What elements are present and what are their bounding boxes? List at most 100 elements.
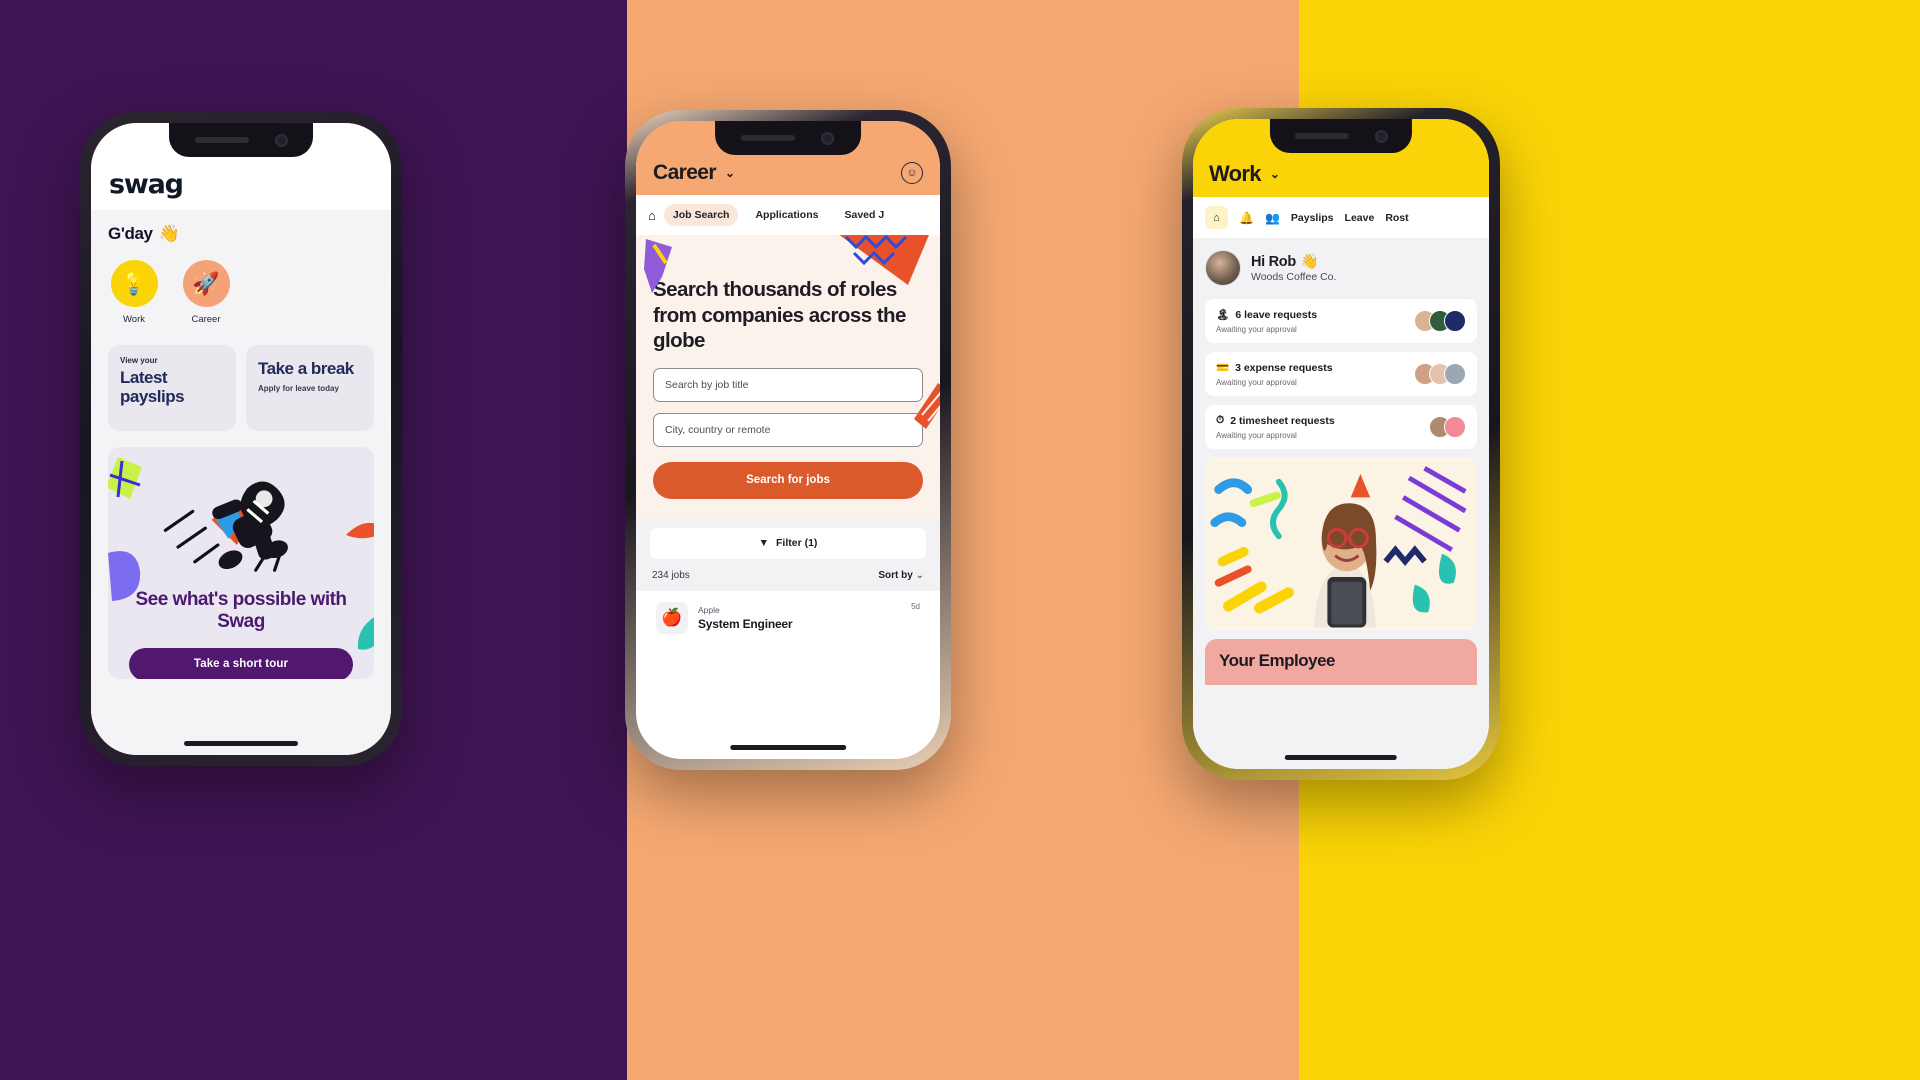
tile-break-title: Take a break [258,359,354,378]
woman-with-phone-illustration [1205,460,1477,628]
job-list-item[interactable]: 🍎 Apple System Engineer 5d [644,590,932,645]
account-circle-icon[interactable]: ☺ [901,162,923,184]
request-expense-title: 3 expense requests [1235,361,1333,374]
results-summary: 234 jobs Sort by ⌄ [636,558,940,591]
job-count: 234 jobs [652,569,690,581]
career-tab-bar: ⌂ Job Search Applications Saved J [636,195,940,235]
location-input-placeholder: City, country or remote [665,423,771,436]
wave-emoji: 👋 [1300,254,1319,270]
work-title-group[interactable]: Work ⌄ [1209,161,1280,187]
take-a-short-tour-button[interactable]: Take a short tour [129,647,353,679]
tab-leave[interactable]: Leave [1345,212,1375,224]
request-leave-title-row: 🏝 6 leave requests [1216,308,1318,322]
front-camera [1374,129,1388,143]
home-indicator [730,745,846,750]
phone1-notch [169,123,313,157]
search-input[interactable]: Search by job title [653,367,923,402]
lightbulb-icon: 💡 [110,260,158,307]
request-timesheet-sub: Awaiting your approval [1216,431,1297,440]
home-icon[interactable]: ⌂ [1205,206,1228,229]
work-tab-bar: ⌂ 🔔 👥 Payslips Leave Rost [1193,197,1489,238]
decorative-pattern-triangle [839,235,929,285]
profile-organisation: Woods Coffee Co. [1251,271,1337,283]
phone-mockup-work: Work ⌄ ⌂ 🔔 👥 Payslips Leave Rost Hi Rob [1182,108,1500,780]
chevron-down-icon: ⌄ [915,569,924,581]
request-card-leave[interactable]: 🏝 6 leave requests Awaiting your approva… [1205,299,1477,343]
decorative-orange-fan [914,382,940,429]
sort-by-control[interactable]: Sort by ⌄ [878,570,924,581]
front-camera [821,131,835,145]
wave-emoji: 👋 [158,224,180,243]
request-leave-text: 🏝 6 leave requests Awaiting your approva… [1216,308,1318,335]
avatar-count-badge [1444,310,1466,332]
front-camera [274,133,288,147]
promo-media-card[interactable] [1205,458,1477,630]
avatar [1444,363,1466,385]
tile-row: View your Latest payslips Take a break A… [108,345,374,431]
request-leave-title: 6 leave requests [1235,308,1318,321]
home-indicator [1284,755,1398,760]
work-content: Hi Rob 👋 Woods Coffee Co. 🏝 6 leave requ… [1193,238,1489,769]
phone2-notch [715,121,861,155]
phone-mockup-home: swag G'day 👋 💡 Work 🚀 Career View your L… [80,112,402,766]
home-icon[interactable]: ⌂ [648,208,656,223]
apple-icon: 🍎 [656,601,688,634]
filter-button[interactable]: ▼ Filter (1) [650,527,926,559]
tab-applications[interactable]: Applications [746,204,827,226]
tab-job-search[interactable]: Job Search [663,204,739,226]
avatar [1205,250,1241,286]
employee-card-title: Your Employee [1219,651,1336,670]
speaker-grille [1294,133,1349,139]
shortcut-career[interactable]: 🚀 Career [180,260,232,325]
phone1-screen: swag G'day 👋 💡 Work 🚀 Career View your L… [91,123,391,755]
shortcut-work-label: Work [123,314,145,325]
people-icon[interactable]: 👥 [1265,211,1280,225]
phone3-screen: Work ⌄ ⌂ 🔔 👥 Payslips Leave Rost Hi Rob [1193,119,1489,769]
phone1-content: G'day 👋 💡 Work 🚀 Career View your Latest… [91,210,391,755]
speaker-grille [741,135,796,141]
speaker-grille [194,137,249,143]
request-card-expense[interactable]: 💳 3 expense requests Awaiting your appro… [1205,352,1477,396]
promo-title: See what's possible with Swag [135,589,347,633]
job-text-group: Apple System Engineer [698,604,793,631]
search-for-jobs-button[interactable]: Search for jobs [653,461,923,499]
job-company: Apple [698,604,720,615]
avatar-stack-timesheet [1429,416,1466,438]
timesheet-icon: ⏱ [1216,414,1225,426]
swag-logo: swag [109,169,184,200]
bell-icon[interactable]: 🔔 [1239,211,1254,225]
phone-mockup-career: Career ⌄ ☺ ⌂ Job Search Applications Sav… [625,110,951,770]
request-timesheet-title: 2 timesheet requests [1230,414,1335,427]
shortcut-work[interactable]: 💡 Work [108,260,160,325]
request-expense-text: 💳 3 expense requests Awaiting your appro… [1216,361,1333,388]
decorative-teal-shape [357,617,374,650]
request-timesheet-text: ⏱ 2 timesheet requests Awaiting your app… [1216,414,1335,440]
leave-icon: 🏝 [1216,309,1230,321]
tile-take-a-break[interactable]: Take a break Apply for leave today [246,345,374,431]
location-input[interactable]: City, country or remote [653,412,923,447]
rocket-icon: 🚀 [182,260,230,307]
tile-break-sub: Apply for leave today [258,384,339,394]
tab-saved-jobs[interactable]: Saved J [835,204,893,226]
tab-roster[interactable]: Rost [1385,212,1408,224]
greeting-text: G'day [108,224,153,243]
tile-latest-payslips[interactable]: View your Latest payslips [108,345,236,431]
shortcut-career-label: Career [191,314,221,325]
request-card-timesheet[interactable]: ⏱ 2 timesheet requests Awaiting your app… [1205,405,1477,449]
career-title-group[interactable]: Career ⌄ [653,161,735,185]
filter-section: ▼ Filter (1) [636,518,940,559]
expense-icon: 💳 [1216,362,1230,374]
profile-text: Hi Rob 👋 Woods Coffee Co. [1251,253,1337,284]
filter-icon: ▼ [758,537,769,550]
tab-payslips[interactable]: Payslips [1291,212,1334,224]
astronaut-rocket-illustration [122,461,360,587]
shortcut-row: 💡 Work 🚀 Career [108,260,374,325]
profile-row: Hi Rob 👋 Woods Coffee Co. [1205,250,1477,286]
employee-card[interactable]: Your Employee [1205,639,1477,685]
screenshot-stage: swag G'day 👋 💡 Work 🚀 Career View your L… [0,0,1920,1080]
job-age: 5d [911,601,920,611]
greeting-row: G'day 👋 [108,224,374,244]
avatar-stack-expense [1414,363,1466,385]
promo-card: See what's possible with Swag Take a sho… [108,447,374,679]
search-input-placeholder: Search by job title [665,378,749,391]
